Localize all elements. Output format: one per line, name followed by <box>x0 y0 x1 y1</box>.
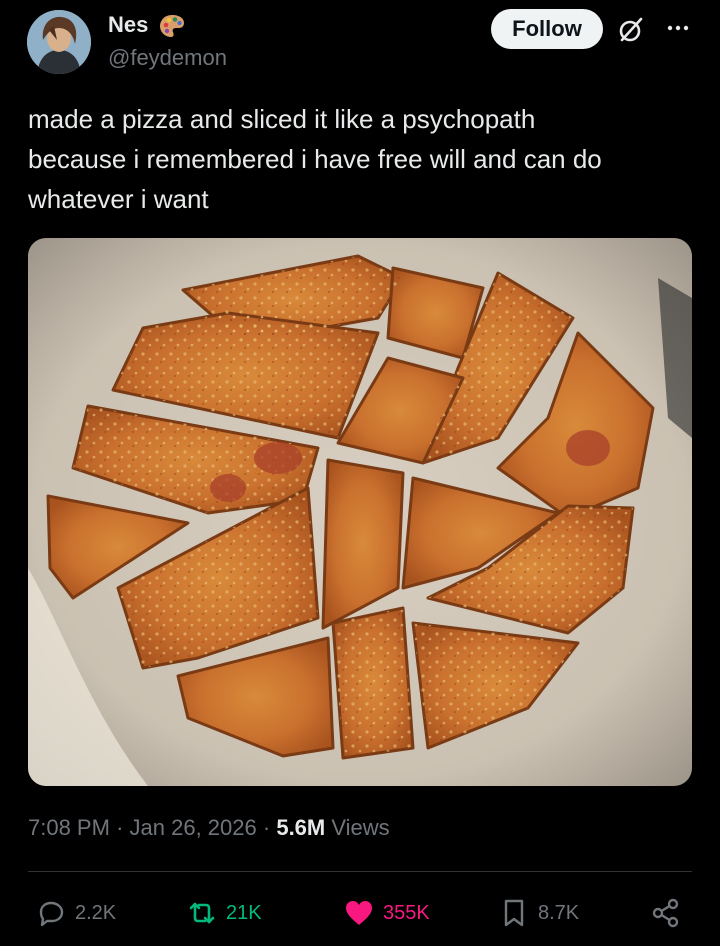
like-button[interactable]: 355K <box>343 893 430 933</box>
artist-palette-icon <box>158 12 186 40</box>
pizza-photo[interactable] <box>28 238 692 786</box>
like-count: 355K <box>383 901 430 924</box>
share-button[interactable] <box>650 893 690 933</box>
divider <box>28 871 692 872</box>
tweet-line: whatever i want <box>28 184 209 214</box>
bookmark-count: 8.7K <box>538 901 580 924</box>
author-handle[interactable]: @feydemon <box>108 45 227 71</box>
tweet-time: 7:08 PM <box>28 815 110 840</box>
tweet-timestamp[interactable]: 7:08 PM · Jan 26, 2026 · 5.6M Views <box>28 815 390 841</box>
separator: · <box>262 815 271 840</box>
views-count: 5.6M <box>276 815 326 840</box>
tweet-line: because i remembered i have free will an… <box>28 144 602 174</box>
bookmark-icon <box>504 899 524 927</box>
tweet-text: made a pizza and sliced it like a psycho… <box>28 99 688 219</box>
heart-icon <box>346 901 372 925</box>
share-icon <box>652 898 679 928</box>
separator: · <box>116 815 124 840</box>
avatar[interactable] <box>27 10 91 74</box>
reply-count: 2.2K <box>75 901 117 924</box>
author-name[interactable]: Nes <box>108 12 148 38</box>
repost-icon <box>189 902 215 924</box>
reply-button[interactable]: 2.2K <box>35 893 116 933</box>
grok-icon[interactable] <box>616 15 646 45</box>
repost-count: 21K <box>226 901 262 924</box>
tweet-line: made a pizza and sliced it like a psycho… <box>28 104 536 134</box>
views-label: Views <box>331 815 390 840</box>
repost-button[interactable]: 21K <box>186 893 262 933</box>
tweet-date: Jan 26, 2026 <box>129 815 257 840</box>
follow-button[interactable]: Follow <box>491 9 603 49</box>
reply-icon <box>39 901 64 927</box>
bookmark-button[interactable]: 8.7K <box>498 893 579 933</box>
more-dots-icon[interactable] <box>664 14 692 42</box>
